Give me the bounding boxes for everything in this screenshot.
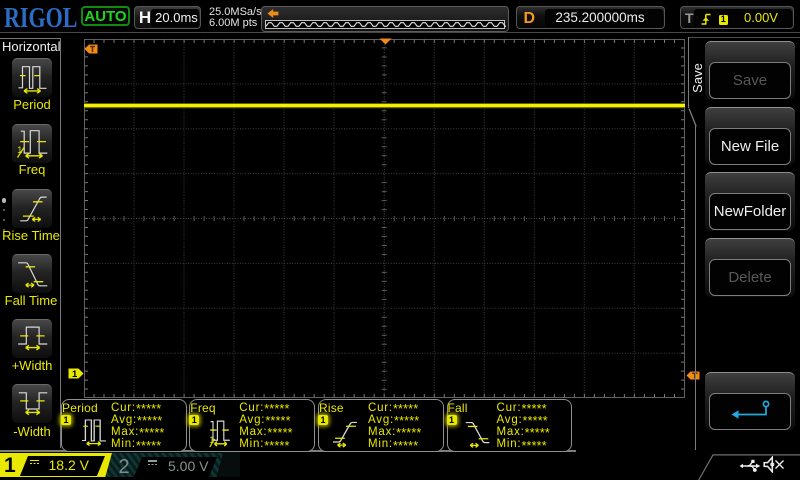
svg-text:1: 1 — [72, 369, 78, 379]
